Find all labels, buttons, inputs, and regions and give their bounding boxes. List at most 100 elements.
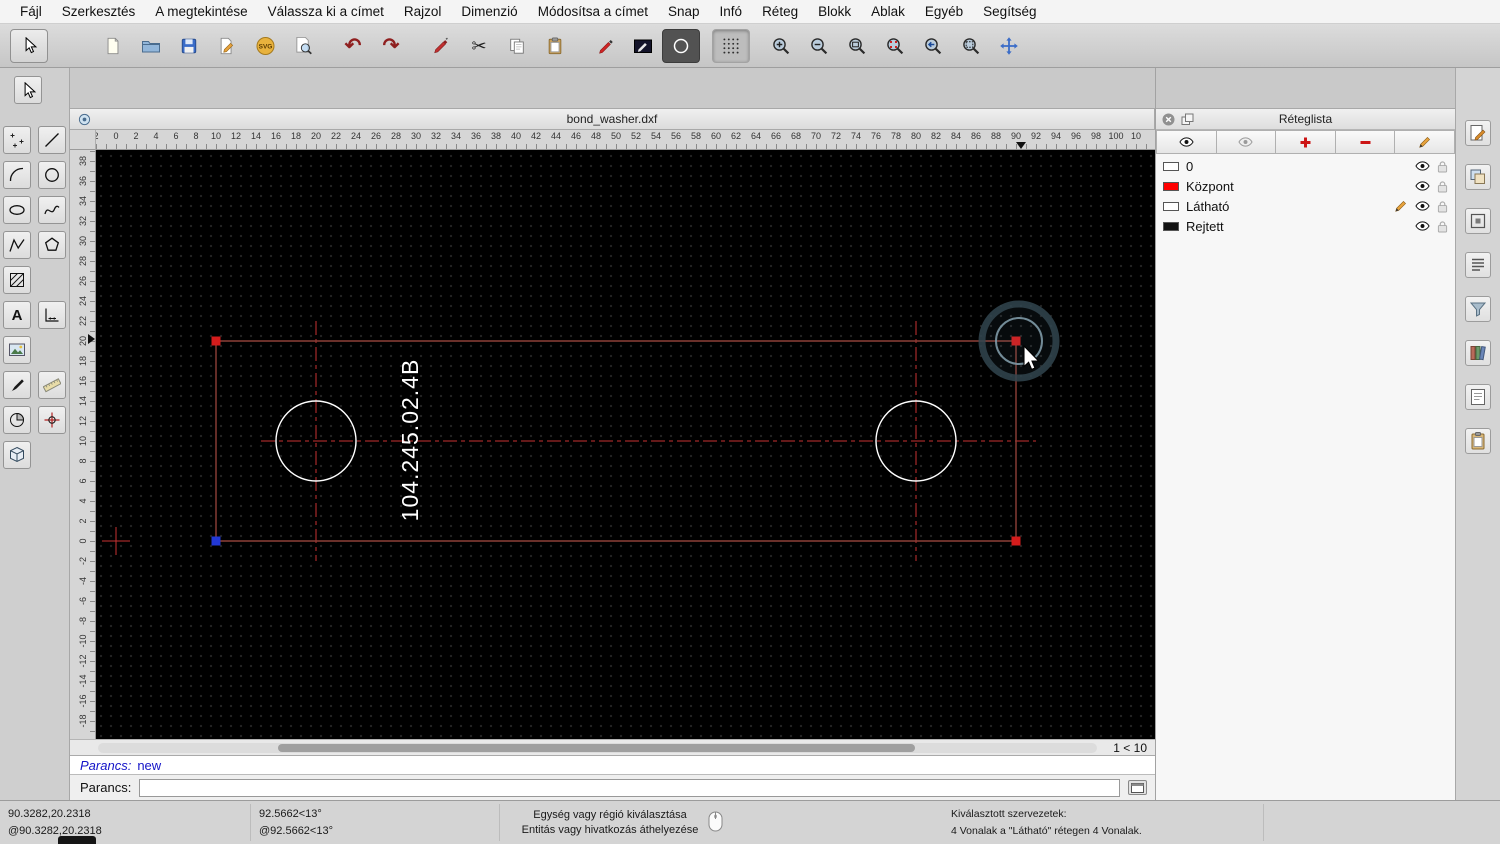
layer-row[interactable]: Látható	[1156, 196, 1455, 216]
zoom-auto-button[interactable]	[838, 29, 876, 63]
layer-panel-float-button[interactable]	[1181, 113, 1194, 126]
attributes-pen-button[interactable]	[586, 29, 624, 63]
menubar-item[interactable]: Módosítsa a címet	[528, 4, 658, 19]
layer-visibility-eye-icon[interactable]	[1415, 181, 1430, 191]
drawing-svg: 104.245.02.4B	[102, 300, 1060, 561]
tool-spline-button[interactable]	[38, 196, 66, 224]
hruler-label: 2	[96, 131, 99, 141]
menubar-item[interactable]: Szerkesztés	[52, 4, 146, 19]
cut-button[interactable]: ✂	[460, 29, 498, 63]
show-all-layers-button[interactable]	[1156, 130, 1217, 154]
dock-pen-palette-button[interactable]	[1465, 120, 1491, 146]
menubar-item[interactable]: Ablak	[861, 4, 915, 19]
tool-circle-button[interactable]	[38, 161, 66, 189]
layer-visibility-eye-icon[interactable]	[1415, 161, 1430, 171]
layer-lock-icon[interactable]	[1437, 160, 1448, 173]
tool-polyline-button[interactable]	[3, 231, 31, 259]
command-bar: Parancs:	[70, 774, 1155, 800]
hruler-label: 2	[133, 131, 139, 141]
command-input[interactable]	[139, 778, 1120, 797]
coordinate-readout: 90.3282,20.2318 @90.3282,20.2318	[0, 801, 250, 844]
zoom-redraw-button[interactable]	[876, 29, 914, 63]
modify-layer-button[interactable]	[1395, 130, 1455, 154]
layer-visibility-eye-icon[interactable]	[1415, 201, 1430, 211]
dock-block-list-button[interactable]	[1465, 208, 1491, 234]
menubar-item[interactable]: Blokk	[808, 4, 861, 19]
menubar-item[interactable]: Segítség	[973, 4, 1046, 19]
hruler-label: 16	[270, 131, 282, 141]
menubar-item[interactable]: Egyéb	[915, 4, 973, 19]
save-file-button[interactable]	[170, 29, 208, 63]
tool-image-button[interactable]	[3, 336, 31, 364]
menubar-item[interactable]: Réteg	[752, 4, 808, 19]
command-window-button[interactable]	[1128, 780, 1147, 795]
document-titlebar[interactable]: bond_washer.dxf	[70, 108, 1155, 130]
tool-block-button[interactable]	[3, 441, 31, 469]
tool-modify-button[interactable]	[3, 371, 31, 399]
redo-button[interactable]: ↷	[372, 29, 410, 63]
layer-lock-icon[interactable]	[1437, 200, 1448, 213]
undo-button[interactable]: ↶	[334, 29, 372, 63]
add-layer-button[interactable]	[1276, 130, 1336, 154]
layer-row[interactable]: Rejtett	[1156, 216, 1455, 236]
dock-entity-list-button[interactable]	[1465, 252, 1491, 278]
menubar-item[interactable]: Snap	[658, 4, 710, 19]
tool-dimension-button[interactable]	[38, 301, 66, 329]
tool-select-button[interactable]	[14, 76, 42, 104]
ruler-corner	[70, 130, 96, 150]
tool-info-button[interactable]	[3, 406, 31, 434]
layer-list: 0 Központ Látható Rejtett	[1156, 154, 1455, 800]
zoom-window-button[interactable]	[952, 29, 990, 63]
menubar-item[interactable]: Fájl	[10, 4, 52, 19]
horizontal-scrollbar[interactable]	[98, 742, 1097, 753]
svg-export-button[interactable]: SVG	[246, 29, 284, 63]
scrollbar-thumb[interactable]	[278, 743, 915, 752]
new-file-button[interactable]	[94, 29, 132, 63]
dock-layer-filter-button[interactable]	[1465, 296, 1491, 322]
menubar-item[interactable]: A megtekintése	[145, 4, 257, 19]
hruler-label: 52	[630, 131, 642, 141]
current-pen-circle-button[interactable]	[662, 28, 700, 63]
dock-layer-list-button[interactable]	[1465, 164, 1491, 190]
tool-ellipse-button[interactable]	[3, 196, 31, 224]
tool-polygon-button[interactable]	[38, 231, 66, 259]
layer-visibility-eye-icon[interactable]	[1415, 221, 1430, 231]
zoom-out-button[interactable]	[800, 29, 838, 63]
select-arrow-button[interactable]	[10, 28, 48, 63]
hruler-label: 22	[330, 131, 342, 141]
zoom-previous-button[interactable]	[914, 29, 952, 63]
tool-points-button[interactable]	[3, 126, 31, 154]
hruler-label: 58	[690, 131, 702, 141]
remove-layer-button[interactable]	[1335, 130, 1396, 154]
entity-attributes-button[interactable]	[624, 29, 662, 63]
menubar-item[interactable]: Dimenzió	[451, 4, 527, 19]
grid-snap-button[interactable]	[712, 28, 750, 63]
layer-lock-icon[interactable]	[1437, 220, 1448, 233]
menubar-item[interactable]: Válassza ki a címet	[258, 4, 394, 19]
tool-arc-button[interactable]	[3, 161, 31, 189]
zoom-in-button[interactable]	[762, 29, 800, 63]
copy-button[interactable]	[498, 29, 536, 63]
menubar-item[interactable]: Infó	[710, 4, 753, 19]
layer-row[interactable]: 0	[1156, 156, 1455, 176]
hide-all-layers-button[interactable]	[1216, 130, 1277, 154]
dock-library-browser-button[interactable]	[1465, 340, 1491, 366]
drawing-canvas[interactable]: 104.245.02.4B	[96, 150, 1155, 739]
tool-measure-button[interactable]	[38, 371, 66, 399]
print-preview-button[interactable]	[284, 29, 322, 63]
tool-snap-button[interactable]	[38, 406, 66, 434]
tool-line-button[interactable]	[38, 126, 66, 154]
menubar-item[interactable]: Rajzol	[394, 4, 452, 19]
dock-clipboard-button[interactable]	[1465, 428, 1491, 454]
tool-hatch-button[interactable]	[3, 266, 31, 294]
layer-lock-icon[interactable]	[1437, 180, 1448, 193]
open-file-button[interactable]	[132, 29, 170, 63]
pen-edit-button[interactable]	[422, 29, 460, 63]
layer-panel-close-button[interactable]	[1162, 113, 1175, 126]
tool-text-button[interactable]: A	[3, 301, 31, 329]
dock-command-notes-button[interactable]	[1465, 384, 1491, 410]
pan-view-button[interactable]	[990, 29, 1028, 63]
layer-row[interactable]: Központ	[1156, 176, 1455, 196]
paste-button[interactable]	[536, 29, 574, 63]
edit-drawing-button[interactable]	[208, 29, 246, 63]
